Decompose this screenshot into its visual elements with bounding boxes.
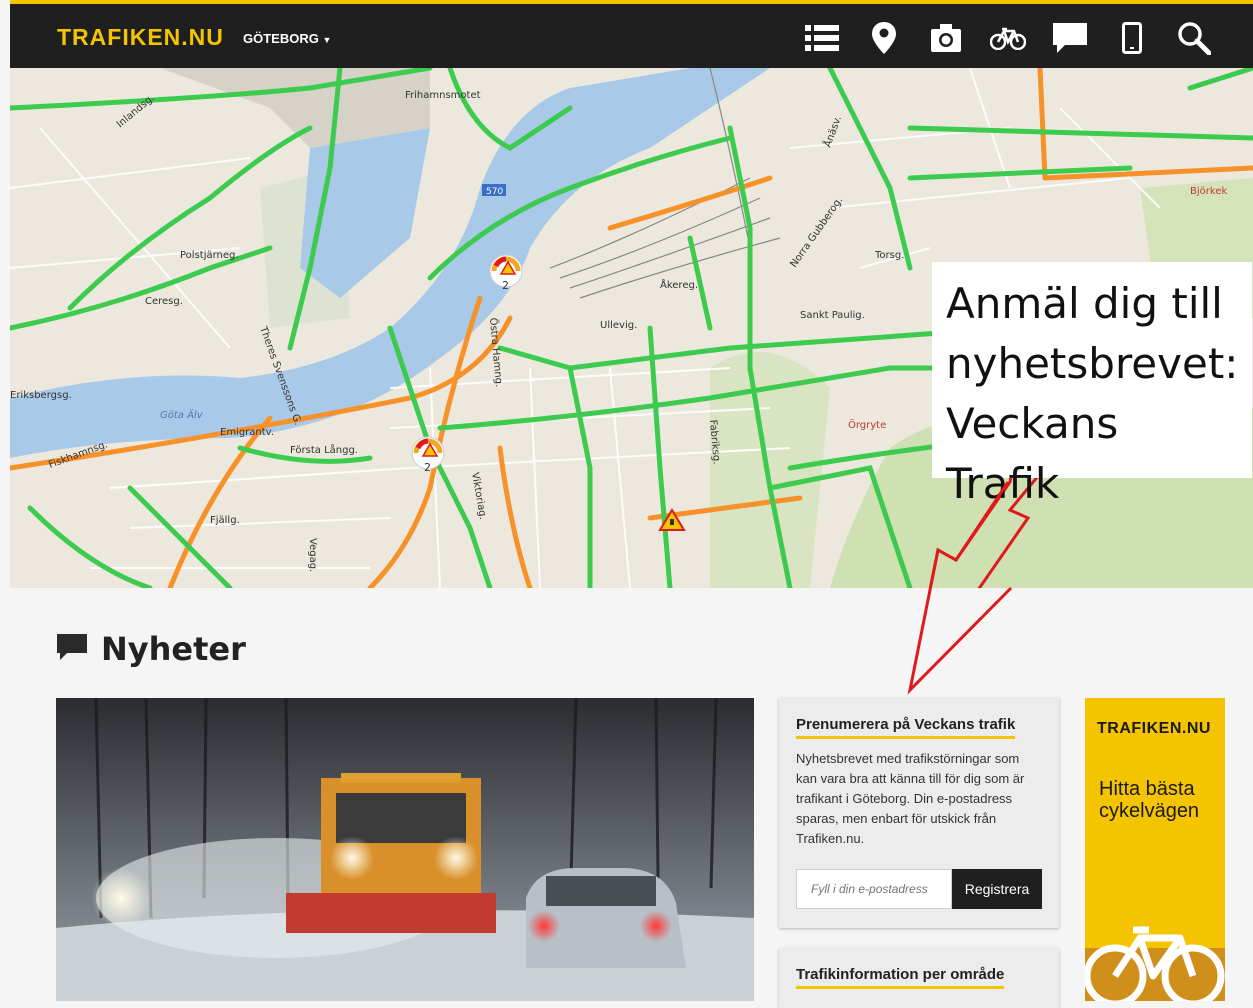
map-label: Inlandsg. <box>115 93 157 131</box>
map-label: Göta Älv <box>160 408 204 421</box>
subscribe-card-title[interactable]: Prenumerera på Veckans trafik <box>796 716 1016 739</box>
map-label: Första Långg. <box>290 443 358 456</box>
incident-count: 2 <box>502 279 509 292</box>
ad-logo: TRAFIKEN.NU <box>1097 720 1211 737</box>
traffic-map[interactable]: Frihamnsmotet Polstjärneg. Ceresg. There… <box>10 68 1253 588</box>
map-label: Fjällg. <box>210 515 240 526</box>
news-hero-image[interactable] <box>56 698 754 1001</box>
map-label: Örgryte <box>848 418 886 431</box>
newsletter-callout: Anmäl dig till nyhetsbrevet: Veckans Tra… <box>932 262 1252 508</box>
search-icon[interactable] <box>1163 16 1225 60</box>
road-number-label: 570 <box>486 187 503 197</box>
bicycle-icon[interactable] <box>977 16 1039 60</box>
map-label: Ullevig. <box>600 320 637 331</box>
phone-icon[interactable] <box>1101 16 1163 60</box>
map-label: Eriksbergsg. <box>10 390 72 401</box>
area-info-card: Trafikinformation per område <box>779 948 1059 1008</box>
map-label: Emigrantv. <box>220 427 274 438</box>
map-label: Björkek <box>1190 186 1227 197</box>
news-heading-label: Nyheter <box>101 630 246 668</box>
map-label: Norra Gubberog. <box>788 195 845 270</box>
map-label: Frihamnsmotet <box>405 90 481 101</box>
nav-icons <box>791 16 1225 60</box>
bike-route-ad[interactable]: TRAFIKEN.NU Hitta bästa cykelvägen <box>1085 698 1225 1001</box>
email-field[interactable] <box>796 869 952 909</box>
subscribe-card: Prenumerera på Veckans trafik Nyhetsbrev… <box>779 698 1059 928</box>
subscribe-form: Registrera <box>796 869 1043 909</box>
register-button[interactable]: Registrera <box>952 869 1042 909</box>
bicycle-icon <box>1085 926 1225 1001</box>
location-pin-icon[interactable] <box>853 16 915 60</box>
caret-down-icon: ▼ <box>322 35 332 45</box>
area-info-card-title[interactable]: Trafikinformation per område <box>796 966 1005 989</box>
map-label: Ceresg. <box>145 296 183 307</box>
map-label: Polstjärneg. <box>180 250 239 261</box>
ad-text: Hitta bästa cykelvägen <box>1099 778 1200 822</box>
news-heading: Nyheter <box>57 630 246 668</box>
map-label: Torsg. <box>874 250 904 261</box>
chat-icon <box>57 633 87 665</box>
incident-count: 2 <box>424 461 431 474</box>
list-icon[interactable] <box>791 16 853 60</box>
top-navigation-bar: TRAFIKEN.NU GÖTEBORG ▼ <box>10 0 1253 68</box>
site-logo[interactable]: TRAFIKEN.NU <box>57 24 224 51</box>
map-label: Åkereg. <box>660 278 698 291</box>
map-label: Sankt Paulig. <box>800 310 865 321</box>
city-selector-label: GÖTEBORG <box>243 31 319 46</box>
camera-icon[interactable] <box>915 16 977 60</box>
chat-icon[interactable] <box>1039 16 1101 60</box>
map-label: Vegag. <box>307 538 318 572</box>
city-selector[interactable]: GÖTEBORG ▼ <box>243 31 331 46</box>
map-label: Viktoriag. <box>469 472 488 521</box>
subscribe-card-body: Nyhetsbrevet med trafikstörningar som ka… <box>796 751 1025 846</box>
